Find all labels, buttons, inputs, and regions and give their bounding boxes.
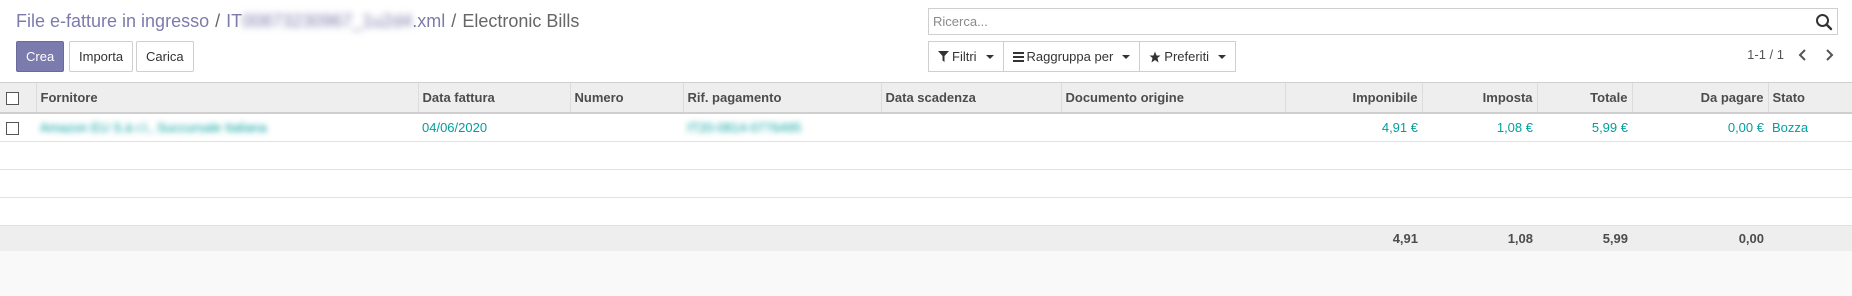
import-button[interactable]: Importa — [69, 41, 134, 72]
empty-row — [0, 196, 1852, 225]
star-icon — [1149, 51, 1161, 62]
row-select-cell — [0, 112, 36, 141]
empty-row — [0, 168, 1852, 197]
payment-reference: IT20-0814-0776495 — [687, 119, 802, 135]
row-checkbox[interactable] — [6, 121, 19, 135]
breadcrumb: File e-fatture in ingresso / IT00873230967… — [16, 10, 579, 32]
column-header[interactable]: Documento origine — [1060, 83, 1285, 114]
filter-icon — [938, 51, 949, 62]
caret-down-icon — [1122, 54, 1131, 59]
breadcrumb-separator: / — [451, 11, 457, 31]
upload-button[interactable]: Carica — [136, 41, 194, 72]
bills-table: Fornitore Data fattura Numero Rif. pagam… — [0, 83, 1852, 251]
column-header[interactable]: Imponibile — [1284, 83, 1422, 114]
search-input[interactable] — [929, 9, 1809, 34]
column-header[interactable]: Imposta — [1421, 83, 1537, 114]
column-header[interactable]: Numero — [569, 83, 683, 114]
table-row[interactable]: Amazon EU S.à r.l., Succursale Italiana … — [0, 112, 1852, 141]
column-header[interactable]: Stato — [1767, 83, 1852, 114]
vendor-name: Amazon EU S.à r.l., Succursale Italiana — [40, 119, 267, 135]
chevron-left-icon[interactable] — [1796, 48, 1810, 62]
search-icon[interactable] — [1815, 13, 1833, 31]
cell-imposta: 1,08 € — [1422, 112, 1537, 141]
search-box — [928, 8, 1838, 35]
select-all-cell — [0, 83, 36, 114]
caret-down-icon — [1218, 54, 1227, 59]
column-header[interactable]: Data scadenza — [880, 83, 1061, 114]
cell-documento-origine — [1061, 112, 1285, 141]
column-header[interactable]: Data fattura — [417, 83, 570, 114]
column-header[interactable]: Da pagare — [1631, 83, 1768, 114]
groupby-button[interactable]: Raggruppa per — [1002, 41, 1141, 72]
totals-row: 4,91 1,08 5,99 0,00 — [0, 224, 1852, 251]
cell-data-fattura: 04/06/2020 — [418, 112, 570, 141]
favorites-label: Preferiti — [1164, 49, 1210, 64]
column-header[interactable]: Totale — [1536, 83, 1632, 114]
cell-stato: Bozza — [1768, 112, 1852, 141]
cell-numero — [570, 112, 683, 141]
breadcrumb-root[interactable]: File e-fatture in ingresso — [16, 11, 209, 31]
total-totale: 5,99 — [1537, 224, 1632, 251]
breadcrumb-separator: / — [215, 11, 221, 31]
create-button[interactable]: Crea — [16, 41, 65, 72]
cell-rif-pagamento: IT20-0814-0776495 — [683, 112, 881, 141]
pager: 1-1 / 1 — [1747, 47, 1836, 62]
cell-fornitore: Amazon EU S.à r.l., Succursale Italiana — [36, 112, 418, 141]
breadcrumb-file-suffix: .xml — [412, 11, 446, 31]
table-header: Fornitore Data fattura Numero Rif. pagam… — [0, 83, 1852, 114]
cell-da-pagare: 0,00 € — [1632, 112, 1768, 141]
caret-down-icon — [985, 54, 994, 59]
chevron-right-icon[interactable] — [1822, 48, 1836, 62]
total-da-pagare: 0,00 — [1632, 224, 1768, 251]
select-all-checkbox[interactable] — [6, 92, 19, 106]
breadcrumb-current: Electronic Bills — [462, 11, 580, 31]
column-header[interactable]: Rif. pagamento — [682, 83, 881, 114]
column-header[interactable]: Fornitore — [35, 83, 418, 114]
pager-value[interactable]: 1-1 / 1 — [1747, 47, 1784, 62]
groupby-label: Raggruppa per — [1026, 49, 1114, 64]
total-imposta: 1,08 — [1422, 224, 1537, 251]
breadcrumb-file-redacted: 00873230967_1u2d4 — [242, 11, 413, 31]
filters-button[interactable]: Filtri — [928, 41, 1004, 72]
breadcrumb-file[interactable]: IT00873230967_1u2d4.xml — [226, 11, 445, 31]
empty-row — [0, 140, 1852, 169]
breadcrumb-file-prefix: IT — [226, 11, 243, 31]
control-panel: File e-fatture in ingresso / IT00873230967… — [0, 0, 1852, 83]
filters-label: Filtri — [952, 49, 977, 64]
favorites-button[interactable]: Preferiti — [1139, 41, 1237, 72]
cell-data-scadenza — [881, 112, 1061, 141]
total-imponibile: 4,91 — [1285, 224, 1422, 251]
cell-totale: 5,99 € — [1537, 112, 1632, 141]
list-icon — [1012, 51, 1024, 62]
search-options: Filtri Raggruppa per Preferiti — [928, 41, 1237, 72]
cell-imponibile: 4,91 € — [1285, 112, 1422, 141]
